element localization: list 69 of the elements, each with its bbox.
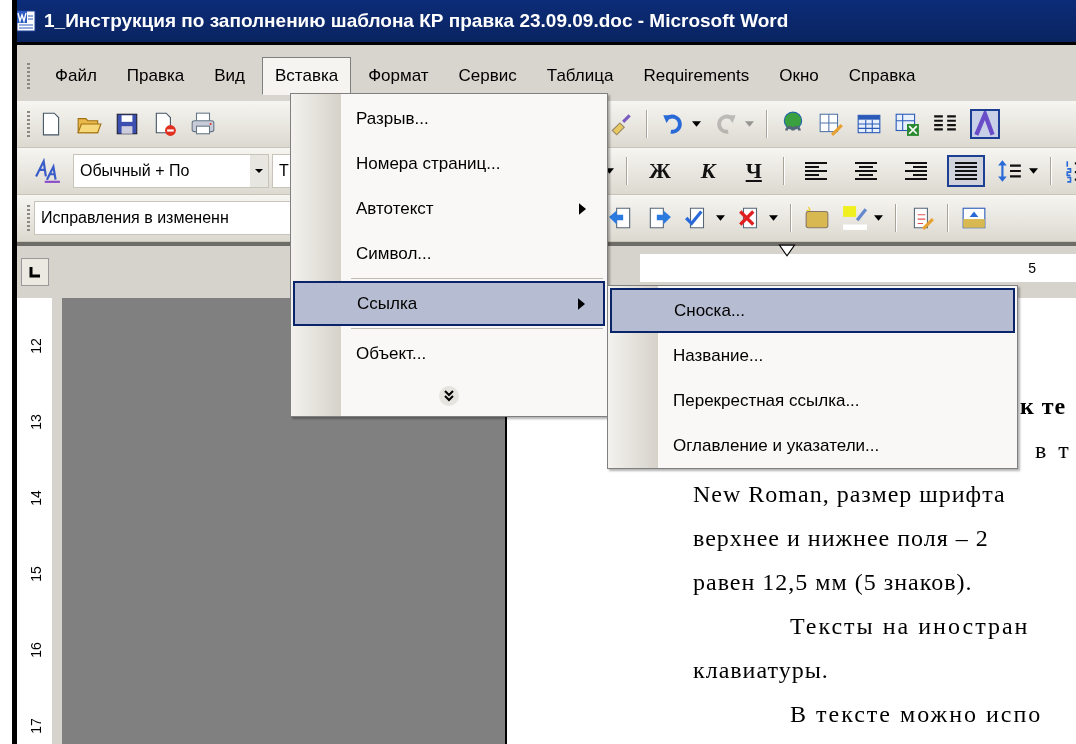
menu-item[interactable]: Номера страниц... bbox=[293, 141, 605, 186]
justify-button[interactable] bbox=[946, 155, 985, 187]
reviewing-pane-icon[interactable] bbox=[961, 205, 987, 231]
table-pencil-icon[interactable] bbox=[818, 111, 844, 137]
line-spacing-icon[interactable] bbox=[996, 158, 1023, 184]
menu-item[interactable]: Файл bbox=[42, 57, 110, 95]
menu-item[interactable]: Сервис bbox=[445, 57, 530, 95]
caret-icon[interactable] bbox=[1028, 168, 1038, 174]
align-lines-icon bbox=[952, 160, 979, 182]
align-lines-icon bbox=[802, 160, 829, 182]
drawing-icon[interactable] bbox=[970, 109, 1000, 139]
highlight-icon[interactable] bbox=[842, 205, 868, 231]
align-lines-icon bbox=[902, 160, 929, 182]
save-icon[interactable] bbox=[114, 111, 140, 137]
text-line: равен 12,5 мм (5 знаков). bbox=[693, 569, 973, 595]
text-line: клавиатуры. bbox=[693, 657, 829, 683]
ruler-number: 14 bbox=[28, 490, 44, 506]
tab-selector-button[interactable] bbox=[21, 258, 49, 286]
grip-handle[interactable] bbox=[27, 63, 30, 89]
format-button[interactable]: Ч bbox=[736, 155, 771, 187]
caret-icon[interactable] bbox=[250, 155, 268, 187]
submenu-arrow-icon bbox=[579, 202, 586, 215]
ruler-number: 15 bbox=[28, 566, 44, 582]
ruler-number: 13 bbox=[28, 414, 44, 430]
menu-item[interactable]: Перекрестная ссылка... bbox=[610, 378, 1015, 423]
grip-handle[interactable] bbox=[27, 111, 30, 137]
submenu-arrow-icon bbox=[578, 297, 585, 310]
text-line: верхнее и нижнее поля – 2 bbox=[693, 525, 989, 551]
menu-item[interactable]: Вид bbox=[201, 57, 258, 95]
menu-item[interactable]: Разрыв... bbox=[293, 96, 605, 141]
caret-icon[interactable] bbox=[769, 215, 778, 221]
align-lines-icon bbox=[852, 160, 879, 182]
menu-item[interactable]: Правка bbox=[113, 57, 198, 95]
text-line: в т bbox=[1035, 437, 1072, 463]
menu-item[interactable]: Ссылка bbox=[293, 281, 605, 326]
indent-marker-icon[interactable] bbox=[778, 244, 796, 257]
text-line: New Roman, размер шрифта bbox=[693, 481, 1006, 507]
menu-item[interactable]: Окно bbox=[766, 57, 832, 95]
window-title: 1_Инструкция по заполнению шаблона КР правка 23.09.09.doc - Microsoft Word bbox=[44, 10, 789, 32]
expand-chevron-icon[interactable] bbox=[439, 386, 459, 406]
format-painter-icon[interactable] bbox=[608, 111, 634, 137]
ruler-number: 5 bbox=[1028, 260, 1036, 276]
tab-stop-icon bbox=[29, 266, 41, 278]
grip-handle[interactable] bbox=[27, 205, 30, 231]
menu-item[interactable]: Справка bbox=[835, 57, 929, 95]
caret-icon[interactable] bbox=[716, 215, 725, 221]
menu-item[interactable]: Вставка bbox=[262, 57, 352, 95]
document-icon bbox=[16, 10, 36, 32]
spreadsheet-icon[interactable] bbox=[894, 111, 920, 137]
styles-icon[interactable] bbox=[35, 158, 61, 184]
ruler-number: 17 bbox=[28, 718, 44, 734]
menu-item[interactable]: Объект... bbox=[293, 331, 605, 376]
menu-item[interactable]: Requirements bbox=[630, 57, 763, 95]
caret-icon[interactable] bbox=[874, 215, 883, 221]
ruler-number: 16 bbox=[28, 642, 44, 658]
text-line: В тексте можно испо bbox=[790, 701, 1043, 727]
format-button[interactable]: Ж bbox=[640, 155, 680, 187]
printer-icon[interactable] bbox=[190, 111, 216, 137]
heading-text: к те bbox=[1020, 393, 1067, 419]
menu-item[interactable]: Оглавление и указатели... bbox=[610, 423, 1015, 468]
menu-item[interactable]: Сноска... bbox=[610, 288, 1015, 333]
ruler-number: 12 bbox=[28, 338, 44, 354]
format-button[interactable]: К bbox=[691, 155, 725, 187]
style-dropdown[interactable]: Обычный + По bbox=[73, 154, 269, 188]
menu-item[interactable]: Название... bbox=[610, 333, 1015, 378]
menu-item[interactable]: Таблица bbox=[533, 57, 627, 95]
caret-icon[interactable] bbox=[692, 121, 701, 127]
menu-item[interactable]: Формат bbox=[355, 57, 442, 95]
text-line: Тексты на иностран bbox=[790, 613, 1030, 639]
